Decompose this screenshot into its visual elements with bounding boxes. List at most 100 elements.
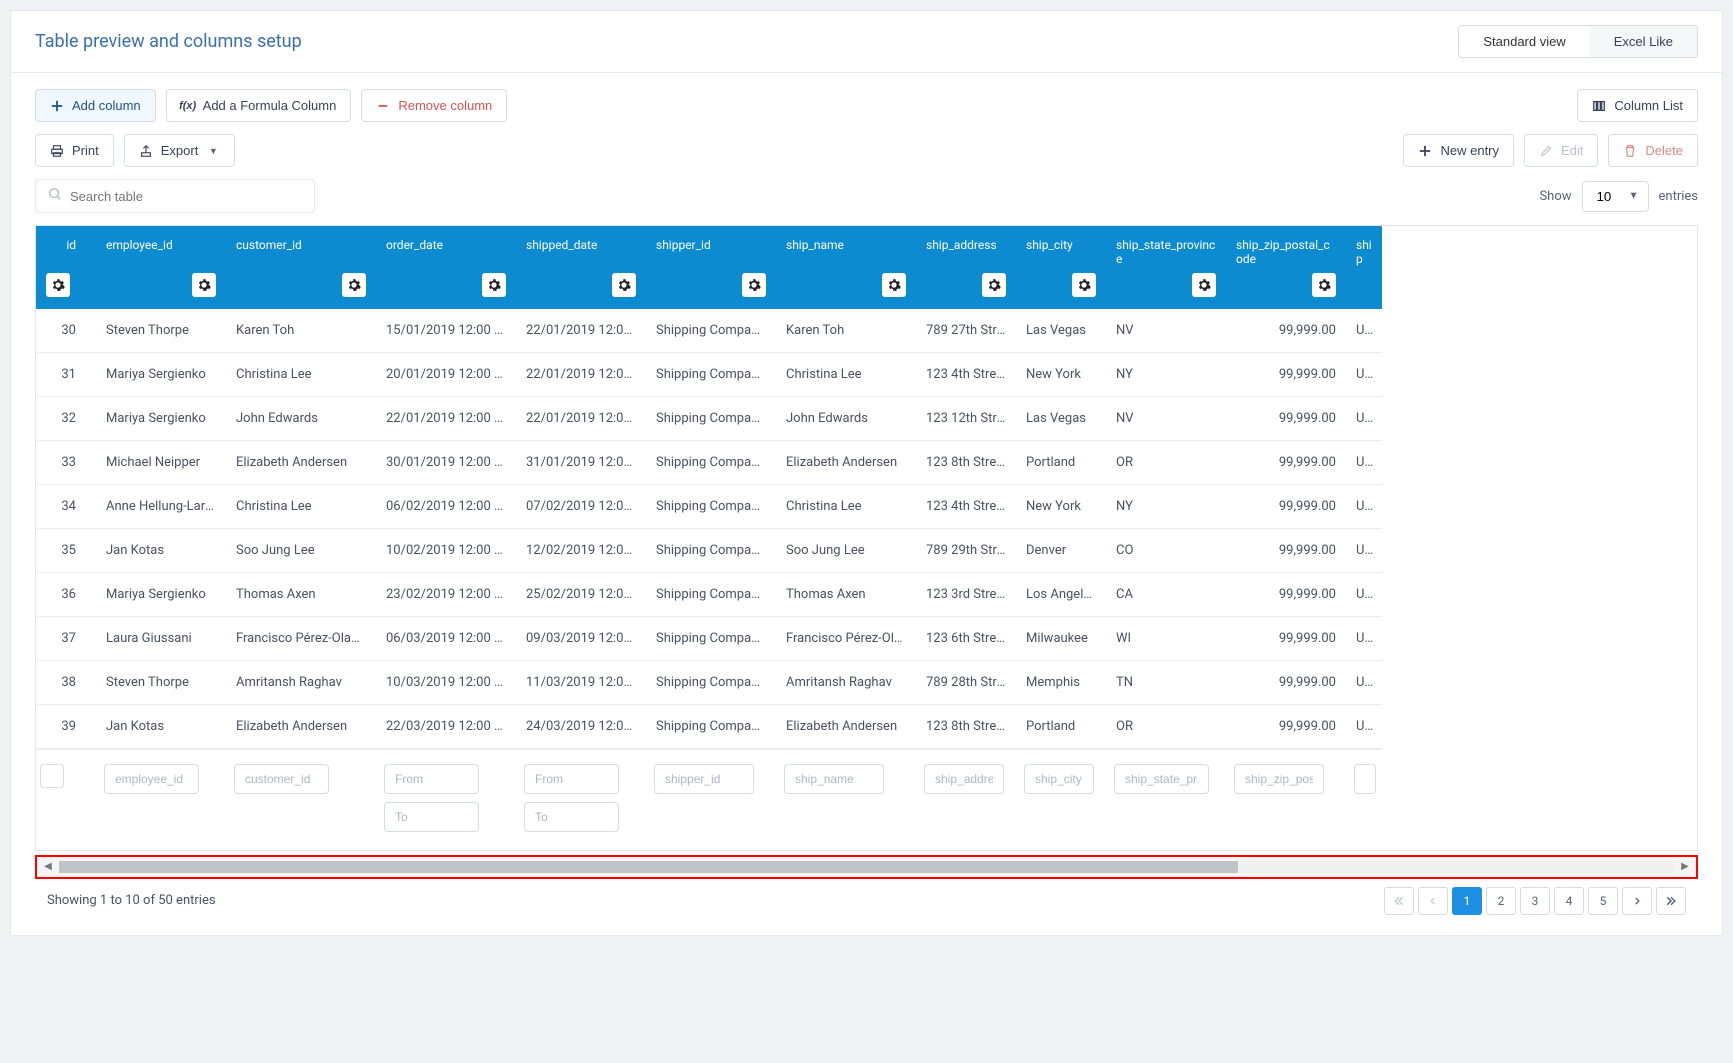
add-column-label: Add column (72, 98, 141, 113)
page-2[interactable]: 2 (1486, 887, 1516, 915)
column-header-order_date[interactable]: order_date (376, 226, 516, 309)
gear-icon[interactable] (1072, 273, 1096, 297)
delete-button[interactable]: Delete (1608, 134, 1698, 167)
edit-button[interactable]: Edit (1524, 134, 1598, 167)
table-row[interactable]: 34Anne Hellung-LarsenChristina Lee06/02/… (36, 485, 1382, 529)
cell-id: 32 (36, 397, 96, 440)
cell-customer_id: Thomas Axen (226, 573, 376, 616)
page-3[interactable]: 3 (1520, 887, 1550, 915)
table-row[interactable]: 30Steven ThorpeKaren Toh15/01/2019 12:00… (36, 309, 1382, 353)
cell-ship_address: 123 4th Street (916, 353, 1016, 396)
cell-order_date: 20/01/2019 12:00 AM (376, 353, 516, 396)
cell-shipped_date: 22/01/2019 12:00 AM (516, 309, 646, 352)
column-header-employee_id[interactable]: employee_id (96, 226, 226, 309)
standard-view-button[interactable]: Standard view (1459, 26, 1589, 57)
entries-info: Showing 1 to 10 of 50 entries (47, 893, 216, 908)
cell-ship_address: 123 8th Street (916, 705, 1016, 748)
column-header-customer_id[interactable]: customer_id (226, 226, 376, 309)
table-row[interactable]: 37Laura GiussaniFrancisco Pérez-Olaeta06… (36, 617, 1382, 661)
search-field[interactable] (35, 179, 315, 213)
cell-shipper_id: Shipping Company C (646, 485, 776, 528)
column-header-ship_city[interactable]: ship_city (1016, 226, 1106, 309)
column-header-ship_country[interactable]: ship (1346, 226, 1382, 309)
page-next[interactable] (1622, 887, 1652, 915)
cell-shipped_date: 12/02/2019 12:00 AM (516, 529, 646, 572)
gear-icon[interactable] (192, 273, 216, 297)
trash-icon (1623, 144, 1637, 158)
gear-icon[interactable] (882, 273, 906, 297)
table-row[interactable]: 31Mariya SergienkoChristina Lee20/01/201… (36, 353, 1382, 397)
table-row[interactable]: 33Michael NeipperElizabeth Andersen30/01… (36, 441, 1382, 485)
page-first[interactable] (1384, 887, 1414, 915)
column-header-id[interactable]: id (36, 226, 96, 309)
filter-checkbox[interactable] (40, 764, 64, 788)
entries-select[interactable]: 10 (1582, 181, 1649, 212)
scroll-track[interactable] (59, 861, 1674, 873)
cell-ship_country: USA (1346, 353, 1382, 396)
gear-icon[interactable] (612, 273, 636, 297)
column-list-label: Column List (1614, 98, 1683, 113)
table-row[interactable]: 36Mariya SergienkoThomas Axen23/02/2019 … (36, 573, 1382, 617)
cell-ship_country: USA (1346, 485, 1382, 528)
scroll-thumb[interactable] (59, 861, 1238, 873)
table-row[interactable]: 35Jan KotasSoo Jung Lee10/02/2019 12:00 … (36, 529, 1382, 573)
scroll-left-icon[interactable]: ◀ (41, 861, 55, 872)
new-entry-button[interactable]: New entry (1403, 134, 1514, 167)
filter-employee[interactable] (104, 764, 199, 794)
filter-country[interactable] (1354, 764, 1376, 794)
filter-state[interactable] (1114, 764, 1209, 794)
filter-shipped-to[interactable] (524, 802, 619, 832)
search-input[interactable] (70, 189, 302, 204)
cell-ship_state_province: CA (1106, 573, 1226, 616)
table-row[interactable]: 32Mariya SergienkoJohn Edwards22/01/2019… (36, 397, 1382, 441)
gear-icon[interactable] (342, 273, 366, 297)
table-row[interactable]: 39Jan KotasElizabeth Andersen22/03/2019 … (36, 705, 1382, 749)
page-1[interactable]: 1 (1452, 887, 1482, 915)
remove-column-button[interactable]: Remove column (361, 89, 507, 122)
column-label: ship (1356, 238, 1372, 267)
column-label: ship_name (786, 238, 906, 252)
gear-icon[interactable] (482, 273, 506, 297)
table-row[interactable]: 38Steven ThorpeAmritansh Raghav10/03/201… (36, 661, 1382, 705)
page-4[interactable]: 4 (1554, 887, 1584, 915)
cell-id: 39 (36, 705, 96, 748)
column-header-ship_state_province[interactable]: ship_state_province (1106, 226, 1226, 309)
filter-shipper[interactable] (654, 764, 754, 794)
column-header-ship_address[interactable]: ship_address (916, 226, 1016, 309)
column-header-shipper_id[interactable]: shipper_id (646, 226, 776, 309)
page-5[interactable]: 5 (1588, 887, 1618, 915)
print-label: Print (72, 143, 99, 158)
filter-customer[interactable] (234, 764, 329, 794)
export-button[interactable]: Export ▼ (124, 134, 236, 167)
scroll-right-icon[interactable]: ▶ (1678, 861, 1692, 872)
gear-icon[interactable] (742, 273, 766, 297)
cell-employee_id: Mariya Sergienko (96, 397, 226, 440)
cell-ship_country: USA (1346, 573, 1382, 616)
filter-addr[interactable] (924, 764, 1004, 794)
column-list-button[interactable]: Column List (1577, 89, 1698, 122)
print-button[interactable]: Print (35, 134, 114, 167)
column-header-ship_name[interactable]: ship_name (776, 226, 916, 309)
page-prev[interactable] (1418, 887, 1448, 915)
cell-employee_id: Mariya Sergienko (96, 353, 226, 396)
gear-icon[interactable] (982, 273, 1006, 297)
filter-order-from[interactable] (384, 764, 479, 794)
filter-shipname[interactable] (784, 764, 884, 794)
gear-icon[interactable] (1312, 273, 1336, 297)
filter-zip[interactable] (1234, 764, 1324, 794)
gear-icon[interactable] (46, 273, 70, 297)
column-header-shipped_date[interactable]: shipped_date (516, 226, 646, 309)
filter-shipped-from[interactable] (524, 764, 619, 794)
view-toggle: Standard view Excel Like (1458, 25, 1698, 58)
excel-like-button[interactable]: Excel Like (1590, 26, 1697, 57)
add-column-button[interactable]: Add column (35, 89, 156, 122)
column-header-ship_zip_postal_code[interactable]: ship_zip_postal_code (1226, 226, 1346, 309)
pagination: 12345 (1384, 887, 1686, 915)
filter-city[interactable] (1024, 764, 1094, 794)
gear-icon[interactable] (1192, 273, 1216, 297)
cell-ship_address: 789 27th Street (916, 309, 1016, 352)
page-last[interactable] (1656, 887, 1686, 915)
filter-order-to[interactable] (384, 802, 479, 832)
add-formula-button[interactable]: f(x) Add a Formula Column (166, 89, 352, 122)
pencil-icon (1539, 144, 1553, 158)
